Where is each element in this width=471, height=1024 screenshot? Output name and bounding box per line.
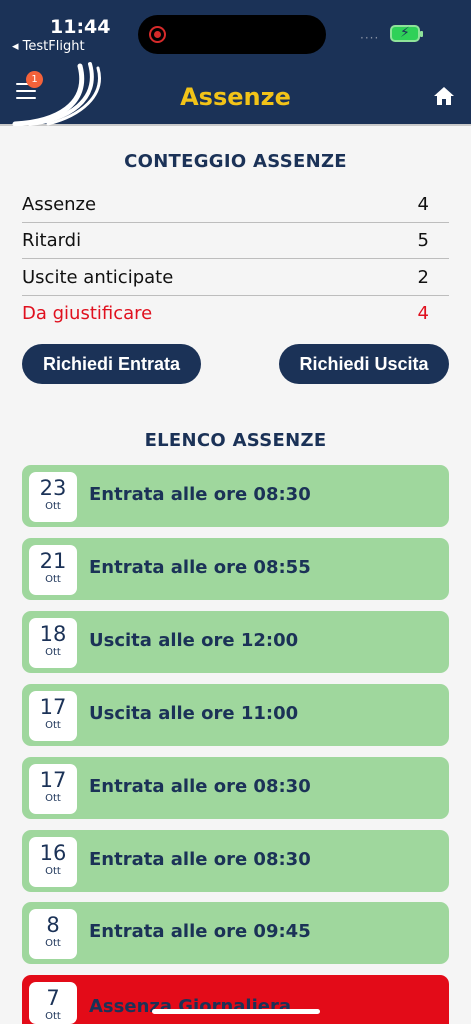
absence-description: Entrata alle ore 08:30 [89,484,311,505]
date-month: Ott [45,574,61,585]
request-exit-button[interactable]: Richiedi Uscita [279,344,449,384]
back-to-testflight-link[interactable]: ◂ TestFlight [12,39,85,54]
date-badge: 7 Ott [29,982,77,1024]
count-value: 5 [417,230,429,251]
date-day: 7 [46,986,60,1010]
status-time: 11:44 [50,16,111,38]
absence-description: Uscita alle ore 11:00 [89,703,299,724]
absence-list-item-unjustified[interactable]: 7 Ott Assenza Giornaliera [22,975,449,1024]
absence-description: Entrata alle ore 08:30 [89,849,311,870]
absence-list-item[interactable]: 18 Ott Uscita alle ore 12:00 [22,611,449,673]
date-month: Ott [45,793,61,804]
date-day: 23 [39,476,67,500]
date-badge: 17 Ott [29,691,77,741]
count-value: 4 [417,194,429,215]
count-row-da-giustificare: Da giustificare 4 [22,295,449,332]
date-month: Ott [45,501,61,512]
list-title: ELENCO ASSENZE [144,430,327,451]
count-row-uscite-anticipate: Uscite anticipate 2 [22,259,449,296]
signal-icon: ···· [360,31,380,45]
home-icon[interactable] [433,86,455,106]
date-day: 17 [39,768,67,792]
dynamic-island [138,15,326,54]
absence-list-item[interactable]: 8 Ott Entrata alle ore 09:45 [22,902,449,964]
count-label: Assenze [22,194,97,215]
date-month: Ott [45,647,61,658]
absence-description: Entrata alle ore 08:55 [89,557,311,578]
count-value: 4 [417,303,429,324]
absence-description: Entrata alle ore 09:45 [89,921,311,942]
count-label: Uscite anticipate [22,267,174,288]
date-badge: 8 Ott [29,909,77,959]
count-row-ritardi: Ritardi 5 [22,222,449,259]
count-label: Ritardi [22,230,82,251]
request-entry-button[interactable]: Richiedi Entrata [22,344,201,384]
date-day: 17 [39,695,67,719]
home-indicator[interactable] [152,1009,320,1014]
absence-list-item[interactable]: 21 Ott Entrata alle ore 08:55 [22,538,449,600]
date-day: 21 [39,549,67,573]
date-badge: 21 Ott [29,545,77,595]
date-badge: 18 Ott [29,618,77,668]
absence-description: Entrata alle ore 08:30 [89,776,311,797]
date-month: Ott [45,1011,61,1022]
date-month: Ott [45,720,61,731]
count-row-assenze: Assenze 4 [22,186,449,223]
date-badge: 23 Ott [29,472,77,522]
absence-list-item[interactable]: 23 Ott Entrata alle ore 08:30 [22,465,449,527]
counts-title: CONTEGGIO ASSENZE [124,151,347,172]
recording-icon [149,26,166,43]
absence-list-item[interactable]: 17 Ott Entrata alle ore 08:30 [22,757,449,819]
date-day: 8 [46,913,60,937]
count-value: 2 [417,267,429,288]
count-label: Da giustificare [22,303,153,324]
absence-list-item[interactable]: 16 Ott Entrata alle ore 08:30 [22,830,449,892]
absence-description: Uscita alle ore 12:00 [89,630,299,651]
date-day: 16 [39,841,67,865]
date-day: 18 [39,622,67,646]
date-badge: 16 Ott [29,837,77,887]
date-month: Ott [45,866,61,877]
date-badge: 17 Ott [29,764,77,814]
battery-charging-icon: ⚡ [390,25,423,42]
app-header: 11:44 ◂ TestFlight ···· ⚡ 1 Assenze [0,0,471,126]
date-month: Ott [45,938,61,949]
absence-list-item[interactable]: 17 Ott Uscita alle ore 11:00 [22,684,449,746]
page-title: Assenze [180,83,291,111]
